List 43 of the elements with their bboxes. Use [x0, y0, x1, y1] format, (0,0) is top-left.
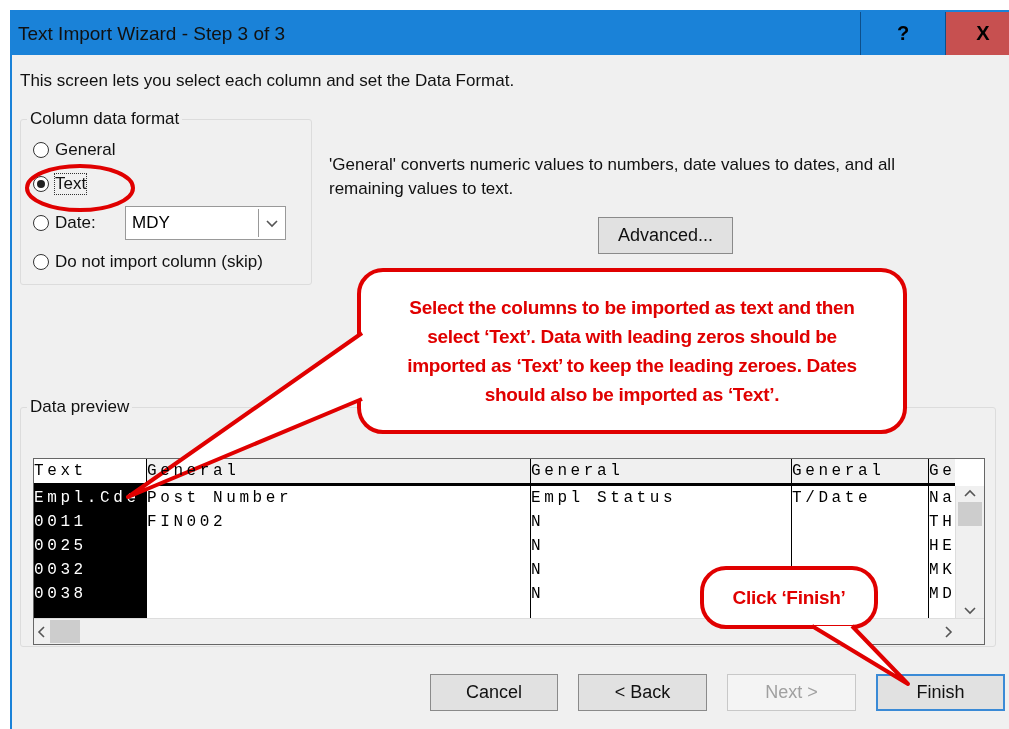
description-text: This screen lets you select each column and set the Data Format.: [20, 71, 516, 91]
hint-text: 'General' converts numeric values to numbers, date values to dates, and all remaining values to text.: [329, 154, 896, 200]
date-order-dropdown[interactable]: MDY: [125, 206, 286, 240]
table-cell: N: [531, 537, 545, 555]
vertical-scrollbar[interactable]: [955, 486, 984, 619]
callout-text: Select the columns to be imported as text and then select ‘Text’. Data with leading zeros should be imported as ‘Text’ to keep the leading zeroes. Dates should also be imported as ‘Text’.: [406, 296, 858, 407]
table-cell: Post Number: [147, 489, 293, 507]
table-cell: N: [531, 585, 545, 603]
table-cell: T/Date: [792, 489, 872, 507]
dialog-button[interactable]: < Back: [578, 674, 707, 711]
group-label: Column data format: [29, 109, 181, 129]
table-cell: MK: [929, 561, 956, 579]
advanced-button[interactable]: Advanced...: [598, 217, 733, 254]
table-cell: FIN002: [147, 513, 227, 531]
scrollbar-thumb[interactable]: [958, 502, 982, 526]
scrollbar-thumb[interactable]: [50, 620, 80, 644]
table-cell: HE: [929, 537, 956, 555]
group-label: Data preview: [29, 397, 131, 417]
radio-label[interactable]: Text: [55, 174, 87, 194]
radio-label[interactable]: Date:: [55, 213, 119, 233]
table-cell: N: [531, 561, 545, 579]
horizontal-scrollbar[interactable]: [34, 618, 984, 644]
radio-button[interactable]: [33, 176, 49, 192]
table-cell: 0011: [34, 513, 87, 531]
table-cell: Empl.Cde: [34, 489, 140, 507]
table-cell: MD: [929, 585, 956, 603]
dialog-button[interactable]: Finish: [876, 674, 1005, 711]
table-cell: 0025: [34, 537, 87, 555]
table-cell: 0032: [34, 561, 87, 579]
table-cell: N: [531, 513, 545, 531]
preview-column[interactable]: Text Empl.Cde 0011 0025 0032 0038: [34, 459, 147, 619]
table-cell: Empl Status: [531, 489, 677, 507]
window-title: Text Import Wizard - Step 3 of 3: [17, 22, 287, 45]
radio-label[interactable]: Do not import column (skip): [55, 252, 263, 272]
radio-button[interactable]: [33, 254, 49, 270]
close-button[interactable]: X: [945, 12, 1009, 55]
table-cell: Na: [929, 489, 956, 507]
table-cell: 0038: [34, 585, 87, 603]
radio-button[interactable]: [33, 215, 49, 231]
dialog-button[interactable]: Cancel: [430, 674, 558, 711]
radio-label[interactable]: General: [55, 140, 116, 160]
radio-button[interactable]: [33, 142, 49, 158]
table-cell: TH: [929, 513, 956, 531]
